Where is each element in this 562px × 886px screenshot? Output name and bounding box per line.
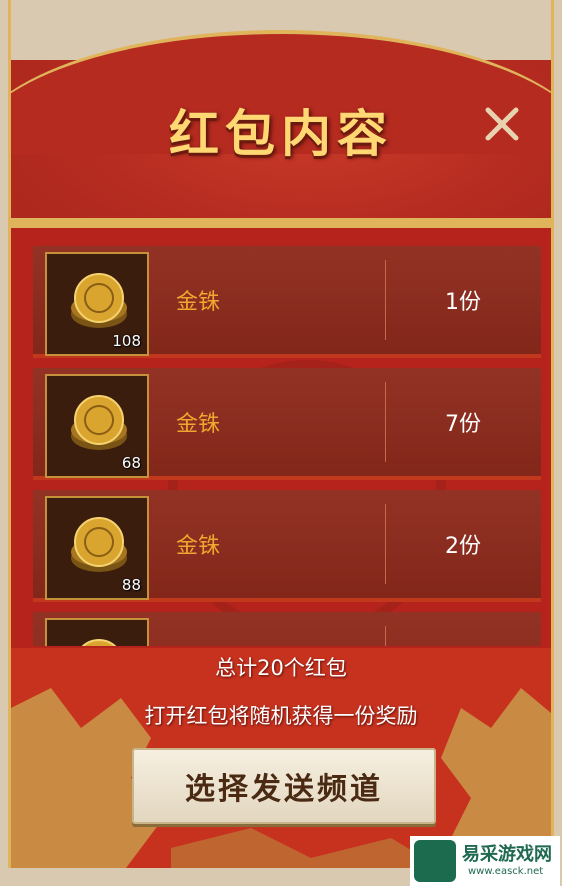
list-item: 88 金铢 2份 (33, 490, 541, 602)
gold-coin-icon (71, 395, 127, 450)
item-name: 金铢 (176, 534, 221, 559)
close-icon (485, 107, 519, 141)
gold-coin-icon (71, 273, 127, 328)
list-item: 108 金铢 1份 (33, 246, 541, 358)
item-quantity: 2份 (445, 534, 481, 559)
item-name: 金铢 (176, 412, 221, 437)
site-watermark-logo: 易采游戏网 www.easck.net (410, 836, 560, 886)
close-button[interactable] (478, 100, 526, 148)
item-icon[interactable]: 88 (45, 496, 149, 600)
red-envelope-dialog: 红包内容 108 金铢 1份 68 金铢 7份 88 金铢 2份 总计20个红包… (8, 0, 554, 868)
list-item: 68 金铢 7份 (33, 368, 541, 480)
dialog-title: 红包内容 (169, 104, 393, 163)
item-count: 108 (112, 332, 141, 350)
item-quantity: 1份 (445, 290, 481, 315)
item-count: 68 (121, 454, 141, 472)
header-arch (11, 0, 551, 154)
item-icon[interactable]: 68 (45, 374, 149, 478)
item-icon[interactable]: 108 (45, 252, 149, 356)
reward-note-text: 打开红包将随机获得一份奖励 (144, 704, 418, 728)
item-count: 88 (121, 576, 141, 594)
item-icon[interactable] (45, 618, 149, 646)
column-divider (385, 626, 386, 646)
total-envelopes-text: 总计20个红包 (215, 656, 347, 680)
dialog-header: 红包内容 (11, 0, 551, 228)
item-name: 金铢 (176, 290, 221, 315)
gold-coin-icon (81, 639, 117, 646)
gold-coin-icon (71, 517, 127, 572)
site-url: www.easck.net (468, 866, 544, 877)
list-item (33, 612, 541, 646)
choose-channel-button[interactable]: 选择发送频道 (132, 748, 436, 824)
item-quantity: 7份 (445, 412, 481, 437)
site-logo-icon (414, 840, 456, 882)
site-name: 易采游戏网 (462, 844, 552, 865)
reward-list[interactable]: 108 金铢 1份 68 金铢 7份 88 金铢 2份 (33, 246, 541, 646)
